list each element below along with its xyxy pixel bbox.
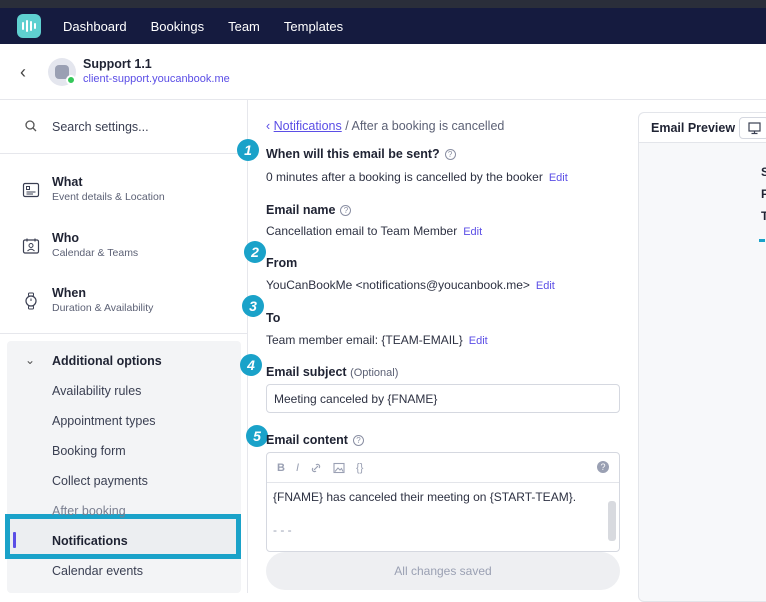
window-top-strip (0, 0, 766, 8)
email-content-separator: - - - (273, 523, 292, 537)
preview-accent-line (759, 239, 765, 242)
booking-page-url[interactable]: client-support.youcanbook.me (83, 73, 230, 85)
editor-scrollbar[interactable] (608, 501, 616, 541)
settings-sidebar: Search settings... What Event details & … (0, 100, 248, 593)
sidebar-section-who[interactable]: Who Calendar & Teams (0, 222, 247, 276)
sidebar-item-collect-payments[interactable]: Collect payments (52, 474, 148, 488)
sidebar-item-calendar-events[interactable]: Calendar events (52, 564, 143, 578)
sidebar-section-when[interactable]: When Duration & Availability (0, 277, 247, 331)
edit-from-link[interactable]: Edit (536, 280, 555, 292)
to-label: To (266, 311, 281, 325)
top-navbar: Dashboard Bookings Team Templates (0, 8, 766, 44)
active-indicator (13, 532, 16, 548)
sidebar-section-what[interactable]: What Event details & Location (0, 166, 247, 220)
email-preview-header: Email Preview (639, 113, 766, 143)
chevron-down-icon[interactable]: ⌄ (25, 353, 35, 367)
email-preview-title: Email Preview (651, 121, 736, 135)
sidebar-item-appointment-types[interactable]: Appointment types (52, 414, 156, 428)
sidebar-section-title: What (52, 175, 83, 189)
link-icon[interactable] (310, 462, 322, 474)
help-icon[interactable]: ? (340, 205, 352, 217)
sidebar-section-subtitle: Event details & Location (52, 191, 165, 203)
nav-templates[interactable]: Templates (284, 19, 343, 34)
online-status-dot (66, 75, 76, 85)
app-logo-icon[interactable] (17, 14, 41, 38)
help-icon[interactable]: ? (444, 149, 456, 161)
italic-icon[interactable]: I (296, 462, 299, 474)
when-value: 0 minutes after a booking is cancelled b… (266, 170, 568, 184)
sidebar-section-subtitle: Calendar & Teams (52, 247, 139, 259)
email-name-label: Email name? (266, 203, 352, 217)
sidebar-section-title: When (52, 286, 87, 300)
help-icon[interactable]: ? (352, 435, 364, 447)
step-number-badge: 5 (246, 425, 268, 447)
save-status-button[interactable]: All changes saved (266, 552, 620, 590)
when-label: When will this email be sent?? (266, 147, 456, 161)
email-subject-label: Email subject (Optional) (266, 365, 399, 379)
sidebar-item-availability-rules[interactable]: Availability rules (52, 384, 141, 398)
editor-help-icon[interactable]: ? (597, 461, 609, 473)
sidebar-item-after-booking[interactable]: After booking (52, 504, 126, 518)
from-value: YouCanBookMe <notifications@youcanbook.m… (266, 278, 555, 292)
nav-bookings[interactable]: Bookings (151, 19, 204, 34)
variable-icon[interactable]: {} (356, 462, 363, 474)
breadcrumb-link-notifications[interactable]: Notifications (274, 119, 342, 133)
sidebar-section-title: Who (52, 231, 80, 245)
search-input[interactable]: Search settings... (52, 120, 149, 134)
sidebar-item-notifications[interactable]: Notifications (52, 534, 128, 548)
search-icon (25, 120, 37, 132)
step-number-badge: 1 (237, 139, 259, 161)
email-subject-input[interactable]: Meeting canceled by {FNAME} (266, 384, 620, 413)
notification-editor: ‹ Notifications / After a booking is can… (237, 100, 629, 593)
edit-email-name-link[interactable]: Edit (463, 226, 482, 238)
email-content-text: {FNAME} has canceled their meeting on {S… (273, 490, 577, 504)
nav-team[interactable]: Team (228, 19, 260, 34)
watch-icon (25, 292, 37, 310)
email-preview-content: S F T (761, 165, 766, 223)
bold-icon[interactable]: B (277, 462, 285, 474)
breadcrumb-current: After a booking is cancelled (351, 119, 505, 133)
step-number-badge: 3 (242, 295, 264, 317)
monitor-icon (748, 122, 761, 135)
page-title: Support 1.1 (83, 57, 152, 71)
from-label: From (266, 256, 298, 270)
image-icon[interactable] (333, 462, 345, 474)
desktop-view-button[interactable] (739, 117, 766, 139)
sidebar-item-booking-form[interactable]: Booking form (52, 444, 126, 458)
email-name-value: Cancellation email to Team Member Edit (266, 224, 483, 238)
additional-options-toggle[interactable]: Additional options (52, 354, 162, 368)
step-number-badge: 4 (240, 354, 262, 376)
editor-toolbar: B I {} ? (267, 453, 619, 483)
sidebar-divider (0, 333, 247, 334)
page-header: ‹ Support 1.1 client-support.youcanbook.… (0, 44, 766, 100)
step-number-badge: 2 (244, 241, 266, 263)
edit-when-link[interactable]: Edit (549, 172, 568, 184)
person-calendar-icon (22, 238, 40, 254)
back-chevron-icon[interactable]: ‹ (20, 62, 26, 83)
sidebar-section-subtitle: Duration & Availability (52, 302, 154, 314)
settings-search[interactable]: Search settings... (0, 100, 247, 154)
to-value: Team member email: {TEAM-EMAIL} Edit (266, 333, 488, 347)
nav-dashboard[interactable]: Dashboard (63, 19, 127, 34)
email-content-editor[interactable]: B I {} ? {FNAME} has canceled their meet… (266, 452, 620, 552)
email-preview-panel: Email Preview S F T (638, 112, 766, 602)
email-content-label: Email content? (266, 433, 364, 447)
breadcrumb: ‹ Notifications / After a booking is can… (266, 119, 505, 133)
card-icon (22, 182, 40, 198)
edit-to-link[interactable]: Edit (469, 335, 488, 347)
